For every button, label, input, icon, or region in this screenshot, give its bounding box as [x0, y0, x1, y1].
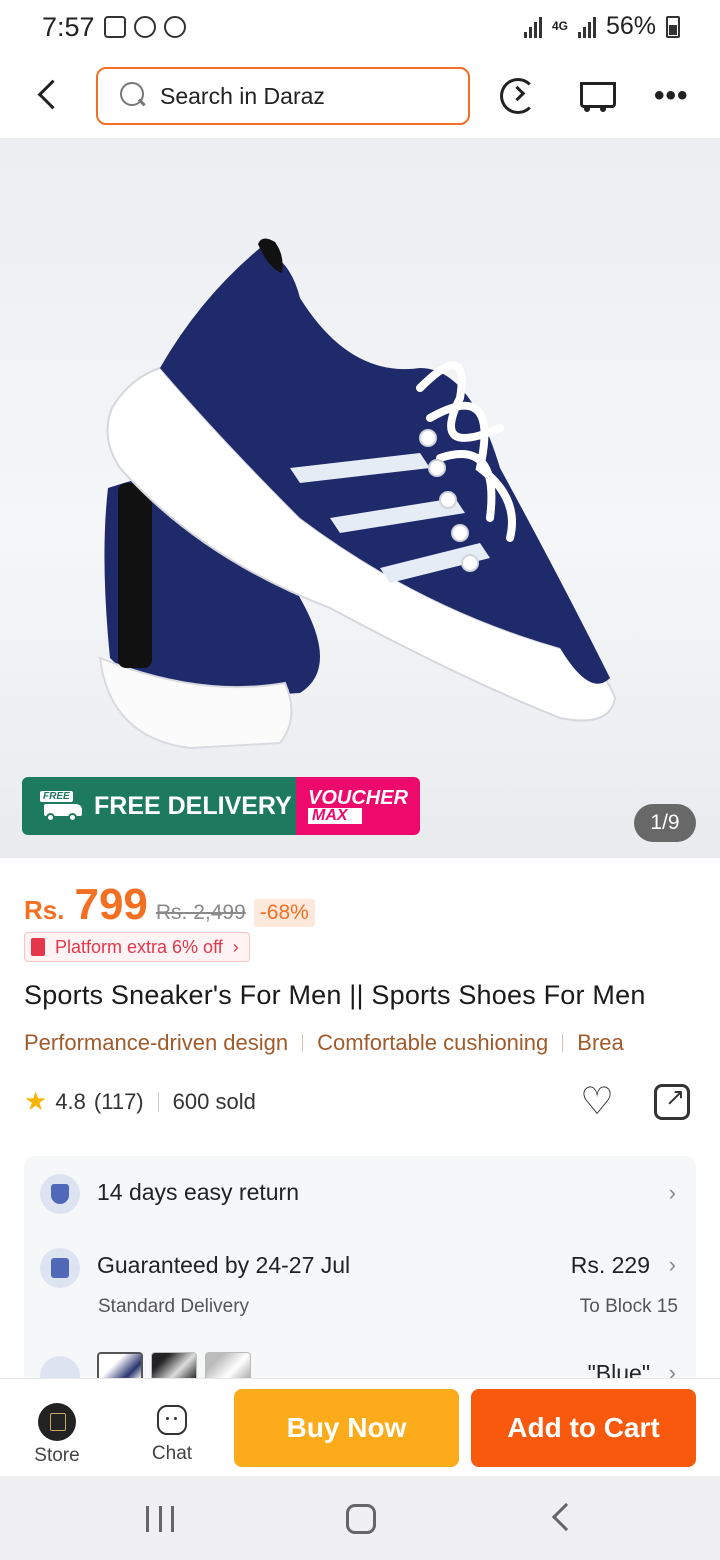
voucher-icon — [31, 938, 45, 956]
image-counter: 1/9 — [634, 804, 696, 842]
nav-back-icon[interactable] — [551, 1502, 581, 1532]
network-type: 4G — [551, 19, 568, 33]
price-row: Rs. 799 Rs. 2,499 -68% — [24, 880, 315, 930]
product-image-gallery[interactable]: FREE FREE DELIVERY VOUCHER MAX 1/9 — [0, 138, 720, 858]
service-info-card: 14 days easy return › Guaranteed by 24-2… — [24, 1156, 696, 1416]
delivery-row[interactable]: Guaranteed by 24-27 Jul Standard Deliver… — [24, 1236, 696, 1326]
shield-check-icon — [40, 1174, 80, 1214]
max-label: MAX — [308, 808, 362, 824]
original-price: Rs. 2,499 — [155, 901, 246, 924]
gallery-notification-icon — [104, 16, 126, 38]
notification-icons — [104, 16, 186, 38]
delivery-guarantee: Guaranteed by 24-27 Jul — [97, 1252, 351, 1278]
rating-value: 4.8 — [55, 1088, 86, 1114]
store-logo — [38, 1403, 76, 1441]
star-icon: ★ — [24, 1086, 48, 1116]
store-label: Store — [34, 1445, 80, 1466]
chat-icon — [157, 1405, 187, 1435]
free-delivery-label: FREE DELIVERY — [94, 791, 292, 820]
promo-banner: FREE FREE DELIVERY VOUCHER MAX — [22, 777, 420, 835]
chevron-right-icon: › — [668, 1252, 676, 1277]
delivery-box-icon — [40, 1248, 80, 1288]
refresh-icon[interactable] — [498, 76, 538, 116]
current-price: 799 — [74, 880, 148, 929]
delivery-fee: Rs. 229 — [570, 1252, 650, 1278]
voucher-label: VOUCHER — [308, 787, 409, 809]
platform-promo[interactable]: Platform extra 6% off › — [24, 932, 250, 962]
product-photo-sneakers — [98, 238, 617, 750]
feature-highlights[interactable]: Performance-driven design Comfortable cus… — [24, 1030, 696, 1062]
feature-item: Brea — [577, 1030, 624, 1055]
feature-item: Performance-driven design — [24, 1030, 289, 1055]
home-icon[interactable] — [346, 1504, 376, 1534]
promo-label: Platform extra 6% off — [55, 936, 223, 957]
voucher-max-badge: VOUCHER MAX — [296, 777, 420, 835]
delivery-type: Standard Delivery — [98, 1296, 250, 1317]
signal-icon — [523, 16, 542, 38]
product-title: Sports Sneaker's For Men || Sports Shoes… — [24, 980, 646, 1010]
status-bar: 7:57 4G 56% — [0, 0, 720, 56]
chevron-right-icon: › — [668, 1180, 676, 1205]
search-placeholder: Search in Daraz — [160, 82, 325, 109]
store-button[interactable]: Store — [22, 1391, 92, 1469]
battery-level: 56% — [605, 12, 656, 40]
free-delivery-badge: FREE FREE DELIVERY — [22, 777, 296, 835]
battery-icon — [666, 15, 680, 38]
more-icon[interactable]: ••• — [654, 76, 694, 116]
cart-icon[interactable] — [576, 76, 616, 116]
chat-label: Chat — [151, 1443, 193, 1464]
buy-now-button[interactable]: Buy Now — [234, 1389, 459, 1467]
sold-count: 600 sold — [172, 1088, 256, 1114]
truck-icon: FREE — [34, 791, 86, 822]
whatsapp-notification-icon-2 — [164, 16, 186, 38]
search-input[interactable]: Search in Daraz — [96, 67, 470, 125]
status-time: 7:57 — [42, 12, 95, 42]
delivery-location: To Block 15 — [579, 1296, 678, 1317]
free-tag: FREE — [40, 791, 73, 802]
review-count: (117) — [93, 1088, 144, 1114]
currency: Rs. — [24, 895, 65, 925]
system-nav-bar — [0, 1476, 720, 1560]
returns-label: 14 days easy return — [97, 1179, 300, 1205]
bottom-action-bar: Store Chat Buy Now Add to Cart — [0, 1378, 720, 1476]
signal-icon-2 — [577, 16, 596, 38]
rating-row[interactable]: ★ 4.8 (117) 600 sold — [24, 1086, 256, 1117]
returns-row[interactable]: 14 days easy return › — [24, 1156, 696, 1232]
back-icon[interactable] — [30, 74, 70, 118]
add-to-cart-button[interactable]: Add to Cart — [471, 1389, 696, 1467]
system-status: 4G 56% — [523, 12, 680, 41]
wishlist-heart-icon[interactable]: ♡ — [580, 1082, 620, 1122]
share-icon[interactable] — [654, 1083, 690, 1120]
whatsapp-notification-icon — [134, 16, 156, 38]
feature-item: Comfortable cushioning — [317, 1030, 549, 1055]
chat-button[interactable]: Chat — [137, 1391, 207, 1469]
recent-apps-icon[interactable] — [146, 1506, 174, 1532]
search-icon — [120, 82, 148, 110]
app-header: Search in Daraz ••• — [0, 56, 720, 138]
discount-badge: -68% — [253, 899, 315, 927]
chevron-right-icon: › — [232, 936, 239, 957]
